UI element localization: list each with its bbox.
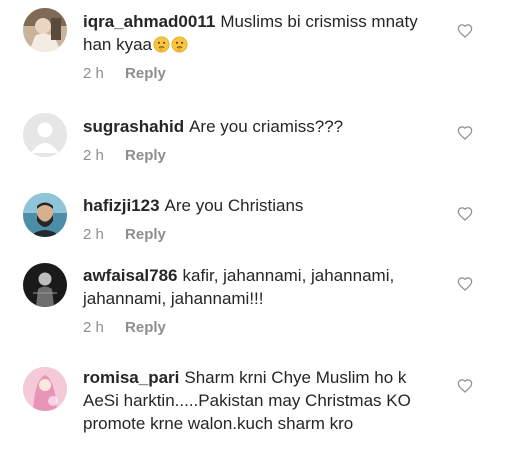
thinking-face-emoji <box>171 36 188 53</box>
comment-meta: 2 h Reply <box>83 226 443 243</box>
comment-text: awfaisal786 kafir, jahannami, jahannami, … <box>83 264 443 310</box>
avatar[interactable] <box>23 193 67 237</box>
comment-text: iqra_ahmad0011 Muslims bi crismiss mnaty … <box>83 10 443 56</box>
reply-button[interactable]: Reply <box>125 147 166 164</box>
comments-list: iqra_ahmad0011 Muslims bi crismiss mnaty … <box>0 0 513 450</box>
comment-text: romisa_pari Sharm krni Chye Muslim ho k A… <box>83 366 443 435</box>
comment-meta: 2 h Reply <box>83 65 443 82</box>
reply-button[interactable]: Reply <box>125 226 166 243</box>
comment-timestamp: 2 h <box>83 226 104 243</box>
heart-outline-icon[interactable] <box>457 206 473 222</box>
comment-timestamp: 2 h <box>83 65 104 82</box>
comment-text: sugrashahid Are you criamiss??? <box>83 115 443 138</box>
heart-outline-icon[interactable] <box>457 276 473 292</box>
comment-username[interactable]: awfaisal786 <box>83 266 178 285</box>
comment-username[interactable]: sugrashahid <box>83 117 184 136</box>
reply-button[interactable]: Reply <box>125 65 166 82</box>
comment-meta: 2 h Reply <box>83 319 443 336</box>
comment-body: Are you Christians <box>164 196 304 215</box>
thinking-face-emoji <box>153 36 170 53</box>
avatar[interactable] <box>23 367 67 411</box>
heart-outline-icon[interactable] <box>457 23 473 39</box>
comment-username[interactable]: iqra_ahmad0011 <box>83 12 215 31</box>
avatar[interactable] <box>23 263 67 307</box>
comment-username[interactable]: hafizji123 <box>83 196 160 215</box>
heart-outline-icon[interactable] <box>457 125 473 141</box>
heart-outline-icon[interactable] <box>457 378 473 394</box>
comment-text: hafizji123 Are you Christians <box>83 194 443 217</box>
comment-body: Are you criamiss??? <box>189 117 344 136</box>
avatar[interactable] <box>23 113 67 157</box>
avatar[interactable] <box>23 8 67 52</box>
comment-timestamp: 2 h <box>83 147 104 164</box>
comment-timestamp: 2 h <box>83 319 104 336</box>
reply-button[interactable]: Reply <box>125 319 166 336</box>
comment-meta: 2 h Reply <box>83 147 443 164</box>
comment-username[interactable]: romisa_pari <box>83 368 179 387</box>
